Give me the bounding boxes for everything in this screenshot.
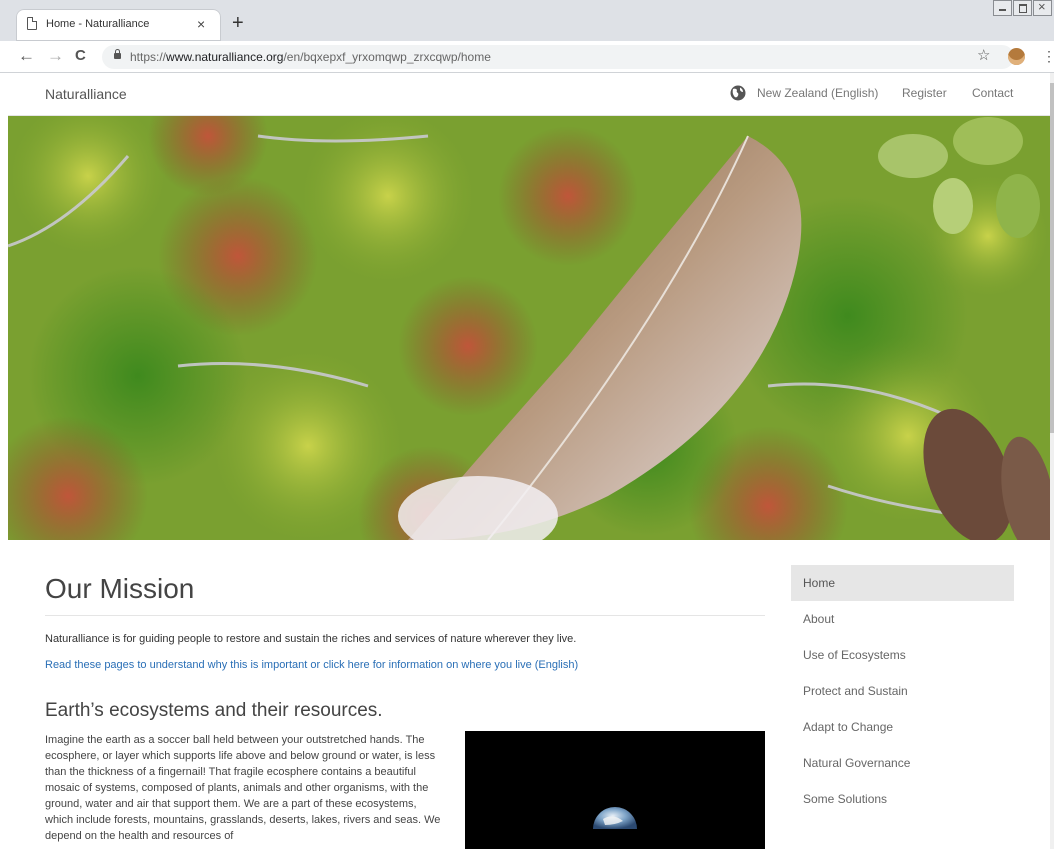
sidenav-item-about[interactable]: About xyxy=(791,601,1014,637)
browser-toolbar: ← → C https://www.naturalliance.org/en/b… xyxy=(0,41,1054,73)
sidenav-item-protect-and-sustain[interactable]: Protect and Sustain xyxy=(791,673,1014,709)
sidenav-item-use-of-ecosystems[interactable]: Use of Ecosystems xyxy=(791,637,1014,673)
page-title: Our Mission xyxy=(45,573,195,604)
intro-link[interactable]: Read these pages to understand why this … xyxy=(45,659,578,671)
avatar-icon[interactable] xyxy=(1008,48,1025,65)
reload-button[interactable]: C xyxy=(75,46,86,66)
site-header: Naturalliance New Zealand (English) Regi… xyxy=(8,73,1054,116)
brand-link[interactable]: Naturalliance xyxy=(45,86,127,102)
earth-image xyxy=(465,731,765,849)
browser-chrome: Home - Naturalliance × + ← → C https://w… xyxy=(0,0,1054,73)
close-window-button[interactable] xyxy=(1033,0,1052,16)
section-body: Imagine the earth as a soccer ball held … xyxy=(45,734,441,842)
intro-text: Naturalliance is for guiding people to r… xyxy=(45,633,577,645)
side-navigation: Home About Use of Ecosystems Protect and… xyxy=(791,565,1014,817)
sidenav-item-home[interactable]: Home xyxy=(791,565,1014,601)
maximize-button[interactable] xyxy=(1013,0,1032,16)
register-link[interactable]: Register xyxy=(902,86,947,100)
window-controls xyxy=(992,0,1052,20)
minimize-button[interactable] xyxy=(993,0,1012,16)
url-text: https://www.naturalliance.org/en/bqxepxf… xyxy=(130,50,491,64)
globe-icon xyxy=(730,85,746,101)
url-host: www.naturalliance.org xyxy=(166,50,284,64)
title-divider xyxy=(45,615,765,616)
star-icon[interactable]: ☆ xyxy=(977,47,990,65)
moss-feather-photo xyxy=(8,116,1050,540)
forward-button[interactable]: → xyxy=(47,46,64,66)
scrollbar-thumb[interactable] xyxy=(1050,83,1054,433)
sidenav-item-natural-governance[interactable]: Natural Governance xyxy=(791,745,1014,781)
sidenav-item-some-solutions[interactable]: Some Solutions xyxy=(791,781,1014,817)
address-bar[interactable]: https://www.naturalliance.org/en/bqxepxf… xyxy=(102,45,1014,69)
section-heading: Earth’s ecosystems and their resources. xyxy=(45,700,383,721)
sidenav-item-adapt-to-change[interactable]: Adapt to Change xyxy=(791,709,1014,745)
back-button[interactable]: ← xyxy=(18,46,35,66)
tab-title: Home - Naturalliance xyxy=(46,18,150,30)
contact-link[interactable]: Contact xyxy=(972,86,1013,100)
new-tab-button[interactable]: + xyxy=(232,12,244,34)
url-scheme: https:// xyxy=(130,50,167,64)
url-path: /en/bqxepxf_yrxomqwp_zrxcqwp/home xyxy=(283,50,491,64)
region-link[interactable]: New Zealand (English) xyxy=(757,86,878,100)
page-icon xyxy=(27,17,37,30)
page-scrollbar[interactable] xyxy=(1050,73,1054,849)
menu-icon[interactable]: ⋮ xyxy=(1042,47,1054,65)
earth-photo xyxy=(465,731,765,849)
lock-icon xyxy=(114,49,121,59)
browser-tab[interactable]: Home - Naturalliance × xyxy=(16,9,221,41)
hero-image xyxy=(8,116,1050,540)
tab-close-icon[interactable]: × xyxy=(197,15,205,33)
